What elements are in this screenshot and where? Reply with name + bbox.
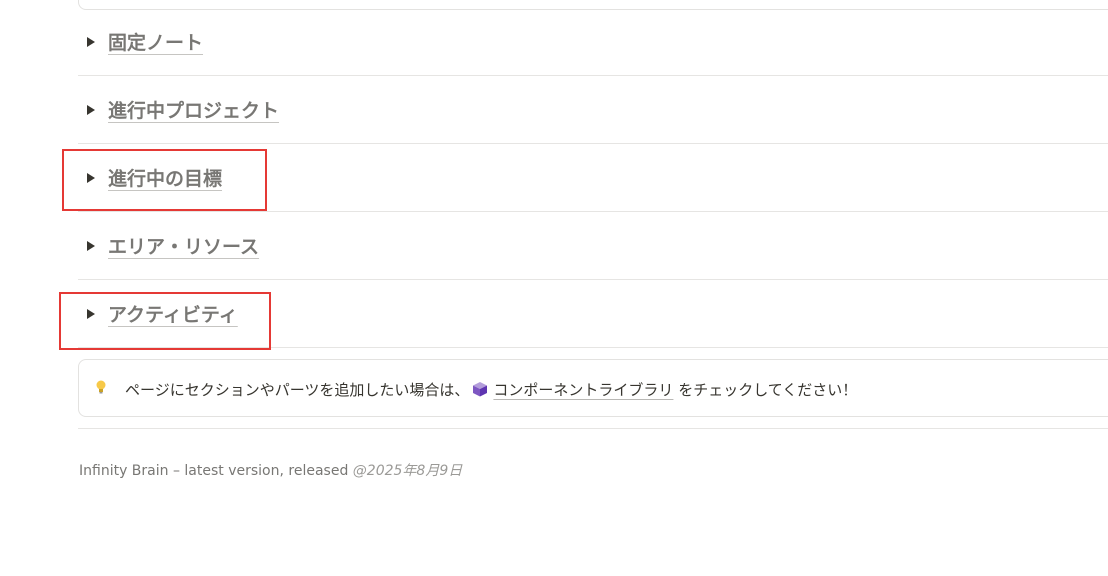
toggle-title[interactable]: 進行中プロジェクト — [108, 96, 279, 123]
callout-text: ページにセクションやパーツを追加したい場合は、 — [125, 381, 470, 399]
toggle-pinned-notes[interactable]: 固定ノート — [78, 8, 1108, 76]
toggle-areas-resources[interactable]: エリア・リソース — [78, 212, 1108, 280]
highlight-box-activity — [59, 292, 271, 350]
package-icon[interactable] — [471, 380, 489, 398]
toggle-arrow-icon[interactable] — [87, 241, 95, 251]
toggle-title[interactable]: 固定ノート — [108, 28, 203, 55]
toggle-arrow-icon[interactable] — [87, 37, 95, 47]
callout-text-after: をチェックしてください！ — [673, 381, 858, 399]
release-date[interactable]: @2025年8月9日 — [353, 463, 462, 479]
footer-text: Infinity Brain – latest version, release… — [79, 463, 353, 479]
lightbulb-icon — [96, 380, 106, 394]
divider — [78, 428, 1108, 429]
highlight-box-goals — [62, 149, 267, 211]
footer: Infinity Brain – latest version, release… — [79, 460, 462, 480]
toggle-active-projects[interactable]: 進行中プロジェクト — [78, 76, 1108, 144]
callout-box: ページにセクションやパーツを追加したい場合は、 コンポーネントライブラリ をチェ… — [78, 359, 1108, 417]
toggle-title[interactable]: エリア・リソース — [108, 232, 259, 259]
toggle-arrow-icon[interactable] — [87, 105, 95, 115]
component-library-link[interactable]: コンポーネントライブラリ — [493, 381, 673, 399]
